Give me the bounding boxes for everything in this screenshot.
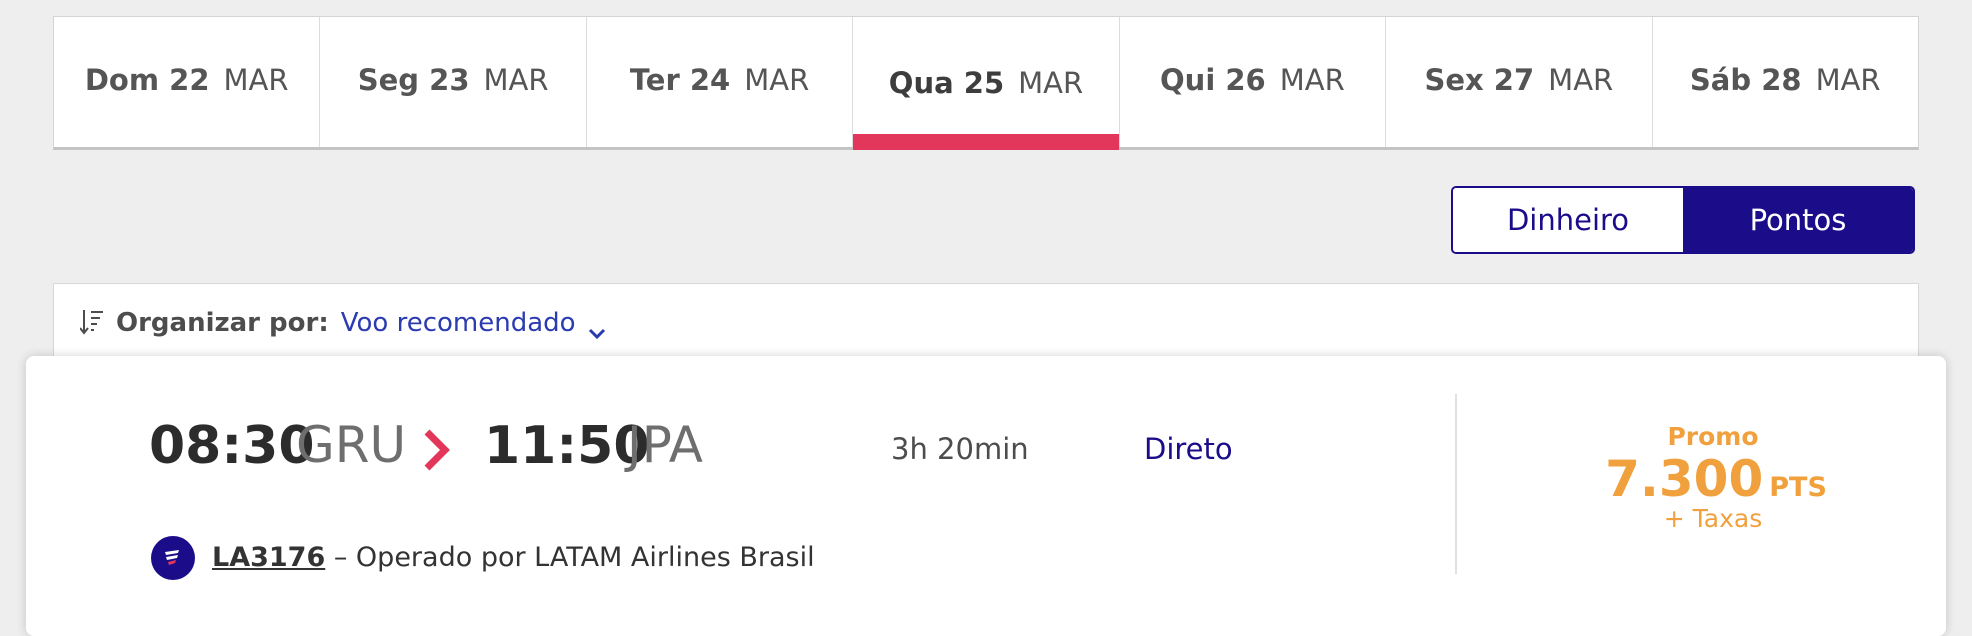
date-tab-qui-26[interactable]: Qui 26 MAR [1120, 17, 1387, 147]
date-tab-month: MAR [483, 63, 549, 97]
arrival-time: 11:50 [484, 416, 650, 476]
departure-airport: GRU [296, 416, 407, 474]
price-unit: PTS [1769, 472, 1827, 503]
flight-number-link[interactable]: LA3176 [212, 542, 325, 573]
currency-toggle: Dinheiro Pontos [1451, 186, 1915, 254]
date-tab-day: Ter 24 [629, 63, 731, 97]
fare-type-label: Promo [1667, 422, 1759, 451]
date-tab-day: Sáb 28 [1689, 63, 1802, 97]
date-tab-day: Sex 27 [1424, 63, 1535, 97]
departure-time: 08:30 [149, 416, 315, 476]
flight-card[interactable]: 08:30 GRU 11:50 JPA 3h 20min Direto Prom… [26, 356, 1946, 636]
flight-info: LA3176 – Operado por LATAM Airlines Bras… [212, 542, 815, 573]
chevron-down-icon [588, 317, 606, 340]
stops-label: Direto [1144, 432, 1233, 466]
latam-logo-icon [151, 536, 195, 580]
sort-value: Voo recomendado [340, 308, 576, 338]
date-tab-month: MAR [1018, 66, 1084, 100]
date-tab-month: MAR [1548, 63, 1614, 97]
date-tab-month: MAR [744, 63, 810, 97]
date-tab-month: MAR [1279, 63, 1345, 97]
flight-duration: 3h 20min [891, 432, 1029, 466]
date-tab-month: MAR [1815, 63, 1881, 97]
date-tab-dom-22[interactable]: Dom 22 MAR [54, 17, 321, 147]
date-tab-month: MAR [223, 63, 289, 97]
divider [1455, 394, 1457, 574]
date-tab-ter-24[interactable]: Ter 24 MAR [587, 17, 854, 147]
date-tab-day: Qui 26 [1160, 63, 1266, 97]
chevron-right-icon [421, 428, 453, 472]
points-toggle-button[interactable]: Pontos [1683, 188, 1913, 252]
sort-icon [79, 308, 104, 338]
date-tab-sex-27[interactable]: Sex 27 MAR [1386, 17, 1653, 147]
operated-by-text: – Operado por LATAM Airlines Brasil [333, 542, 815, 573]
date-tab-sab-28[interactable]: Sáb 28 MAR [1653, 17, 1918, 147]
sort-bar: Organizar por: Voo recomendado [53, 283, 1919, 363]
sort-dropdown[interactable]: Voo recomendado [340, 308, 606, 340]
arrival-airport: JPA [627, 416, 703, 474]
date-tab-day: Dom 22 [84, 63, 210, 97]
money-toggle-button[interactable]: Dinheiro [1453, 188, 1683, 252]
date-tab-qua-25-selected[interactable]: Qua 25 MAR [853, 17, 1120, 150]
taxes-label: + Taxas [1663, 504, 1763, 533]
date-selector: Dom 22 MAR Seg 23 MAR Ter 24 MAR Qua 25 … [53, 16, 1919, 150]
date-tab-day: Seg 23 [357, 63, 470, 97]
price-value: 7.300 [1605, 450, 1764, 508]
price: 7.300 PTS [1566, 450, 1866, 508]
date-tab-seg-23[interactable]: Seg 23 MAR [320, 17, 587, 147]
sort-label: Organizar por: [116, 308, 329, 338]
date-tab-day: Qua 25 [888, 66, 1005, 100]
